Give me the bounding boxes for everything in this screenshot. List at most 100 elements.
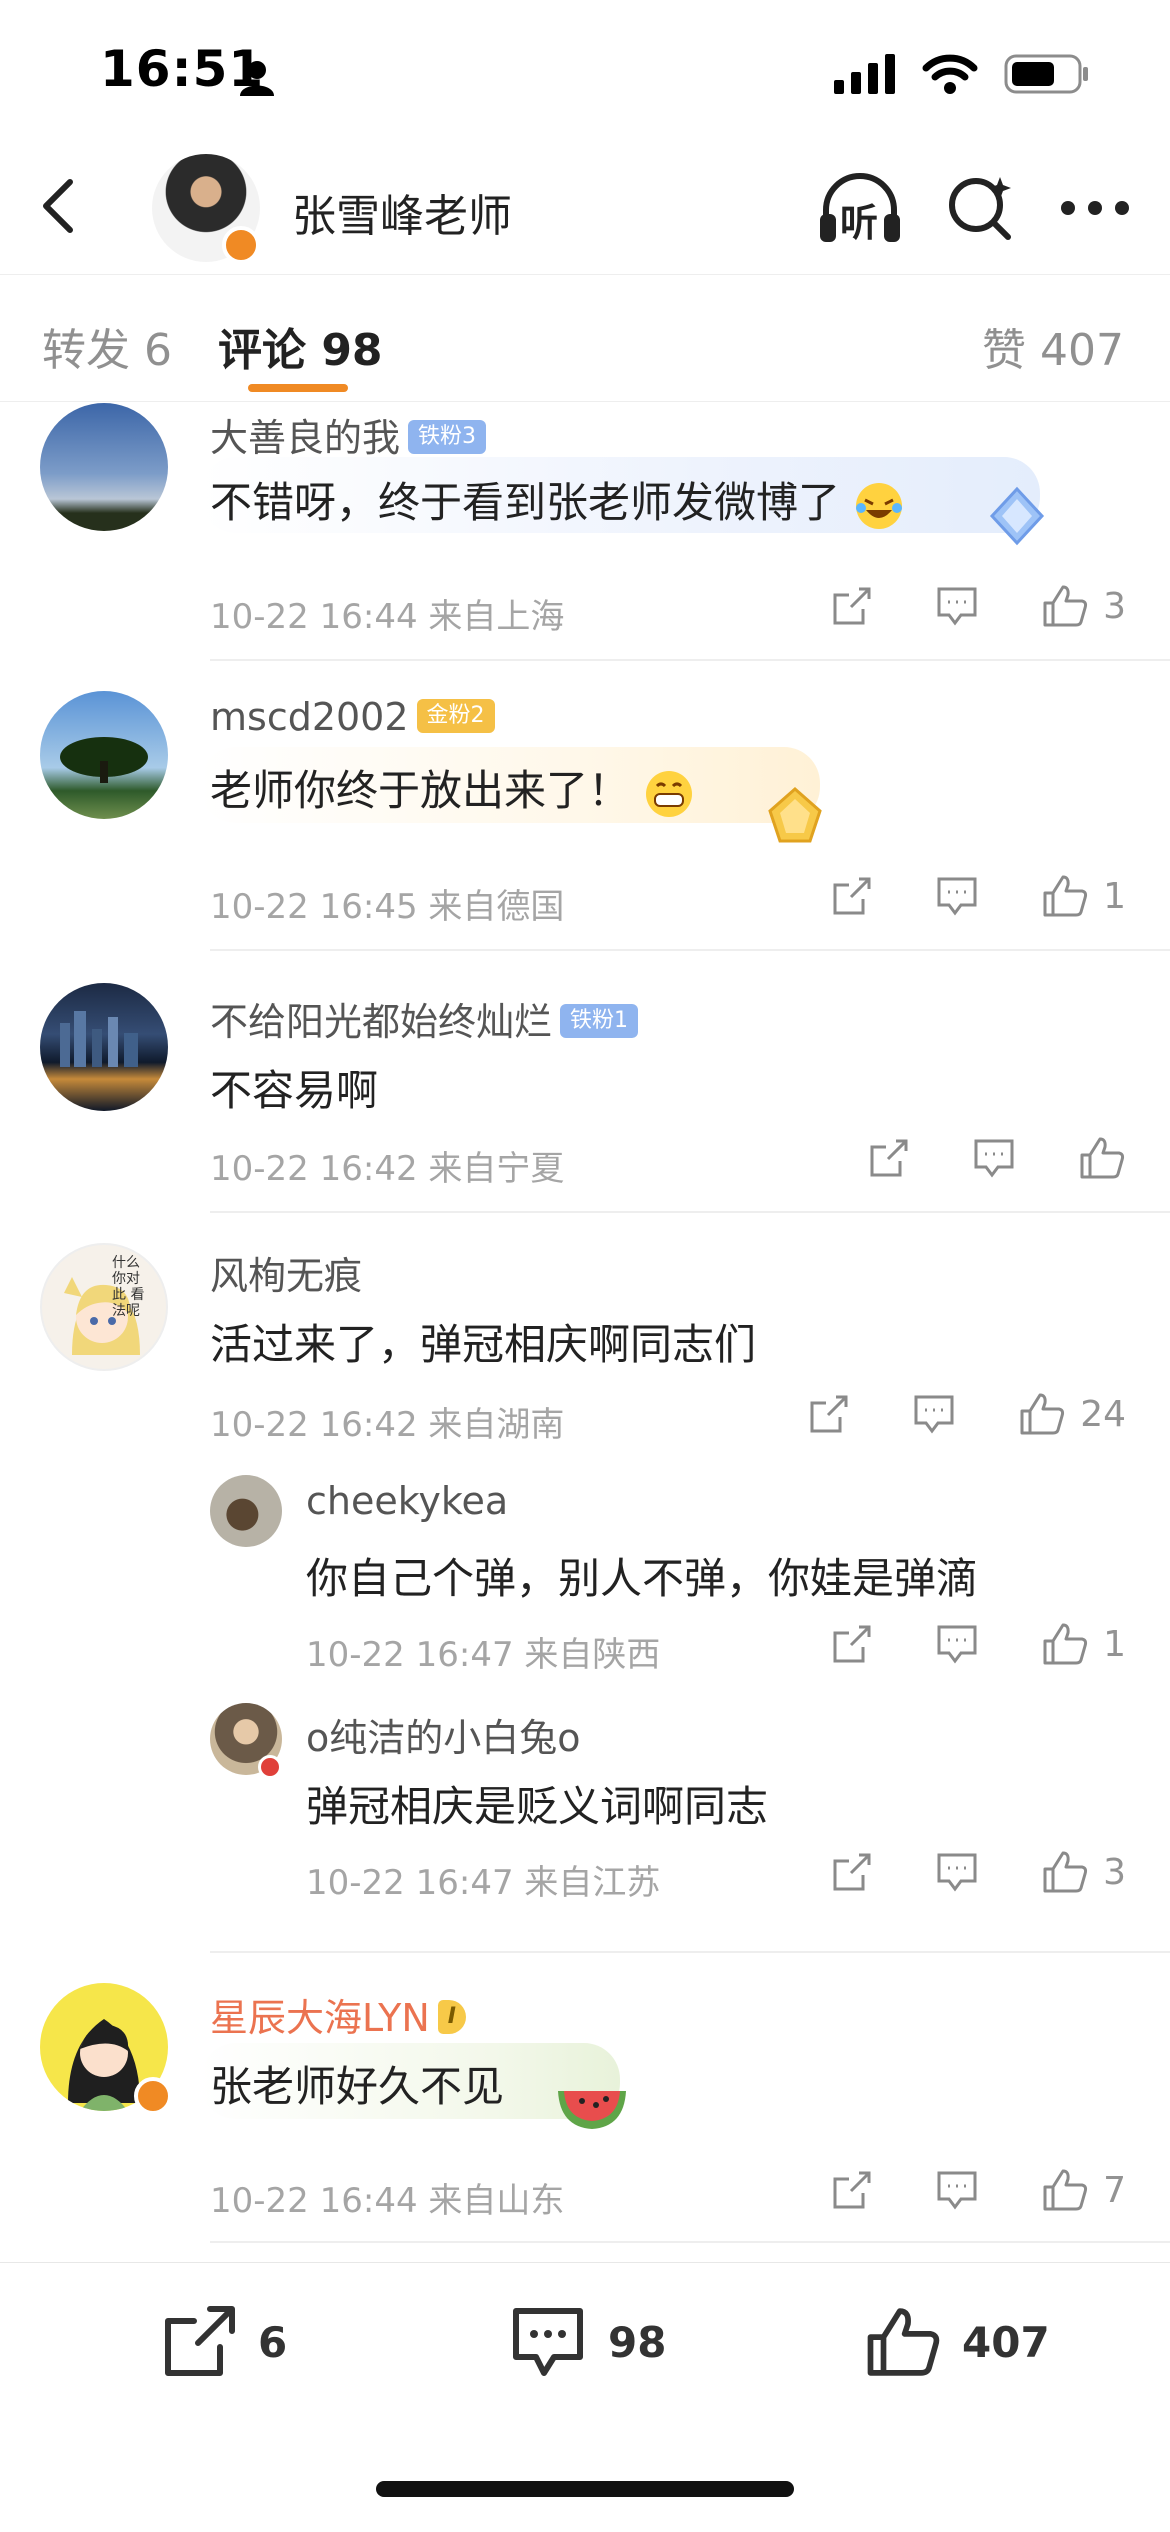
share-icon[interactable] bbox=[831, 875, 873, 917]
comment-button[interactable]: 98 bbox=[508, 2303, 666, 2381]
fan-badge: 铁粉3 bbox=[408, 419, 487, 454]
thumbs-up-icon bbox=[1043, 2169, 1088, 2211]
reply-icon[interactable] bbox=[935, 1623, 979, 1665]
more-icon[interactable] bbox=[1060, 198, 1130, 218]
avatar[interactable] bbox=[210, 1475, 282, 1547]
reply-icon[interactable] bbox=[972, 1137, 1016, 1179]
status-bar: 16:51 bbox=[0, 0, 1170, 140]
share-icon[interactable] bbox=[831, 2169, 873, 2211]
comment-item: 大善良的我 铁粉3 不错呀，终于看到张老师发微博了 10-22 16:44 来自上… bbox=[0, 403, 1170, 661]
reply-icon[interactable] bbox=[912, 1393, 956, 1435]
like-button[interactable]: 3 bbox=[1041, 583, 1126, 629]
like-button[interactable]: 7 bbox=[1041, 2167, 1126, 2213]
repost-button[interactable]: 6 bbox=[160, 2303, 287, 2381]
verified-badge-icon bbox=[222, 226, 260, 264]
avatar[interactable] bbox=[40, 691, 168, 819]
like-count: 3 bbox=[1103, 1851, 1126, 1893]
reply-icon[interactable] bbox=[935, 1851, 979, 1893]
like-button[interactable]: 24 bbox=[1018, 1391, 1126, 1437]
username-text: 星辰大海LYN bbox=[210, 1996, 430, 2040]
laughing-tears-emoji bbox=[856, 482, 903, 529]
thumbs-up-icon bbox=[867, 2308, 940, 2376]
avatar[interactable] bbox=[40, 983, 168, 1111]
author-name[interactable]: 张雪峰老师 bbox=[292, 180, 512, 244]
like-post-button[interactable]: 407 bbox=[864, 2303, 1050, 2381]
share-icon[interactable] bbox=[831, 585, 873, 627]
tab-comments[interactable]: 评论 98 bbox=[218, 314, 383, 378]
like-button[interactable]: 1 bbox=[1041, 1621, 1126, 1667]
avatar[interactable]: 什么 你对此 看法呢 bbox=[40, 1243, 168, 1371]
home-indicator[interactable] bbox=[376, 2481, 794, 2497]
reply-username[interactable]: o纯洁的小白兔o bbox=[306, 1707, 581, 1762]
reply-text: 弹冠相庆是贬义词啊同志 bbox=[306, 1782, 769, 1831]
comment-actions: 3 bbox=[831, 583, 1126, 629]
like-count: 24 bbox=[1080, 1393, 1126, 1435]
back-arrow-icon[interactable] bbox=[30, 176, 90, 236]
thumbs-up-icon bbox=[1043, 1851, 1088, 1893]
comment-location: 来自德国 bbox=[428, 887, 565, 927]
comment-location: 来自山东 bbox=[428, 2181, 565, 2221]
like-button[interactable] bbox=[1078, 1135, 1126, 1181]
verified-badge-icon bbox=[134, 2077, 172, 2115]
comment-text: 活过来了，弹冠相庆啊同志们 bbox=[210, 1320, 757, 1369]
battery-icon bbox=[1004, 54, 1088, 94]
comment-icon bbox=[513, 2308, 583, 2376]
like-button[interactable]: 1 bbox=[1041, 873, 1126, 919]
like-count: 7 bbox=[1103, 2169, 1126, 2211]
reply-meta: 10-22 16:47 来自陕西 bbox=[306, 1627, 660, 1676]
comment-meta: 10-22 16:42 来自宁夏 bbox=[210, 1141, 564, 1190]
fan-badge: 金粉2 bbox=[416, 698, 495, 733]
diamond-sticker-icon bbox=[989, 486, 1045, 546]
comment-text: 老师你终于放出来了！ bbox=[210, 757, 695, 820]
repost-count: 6 bbox=[258, 2317, 288, 2367]
reply-actions: 1 bbox=[831, 1621, 1126, 1667]
active-tab-indicator bbox=[248, 384, 348, 392]
vip-crown-badge: I bbox=[437, 1999, 466, 2034]
reply-icon[interactable] bbox=[935, 2169, 979, 2211]
comment-meta: 10-22 16:44 来自上海 bbox=[210, 589, 564, 638]
share-icon[interactable] bbox=[808, 1393, 850, 1435]
comment-meta: 10-22 16:45 来自德国 bbox=[210, 879, 564, 928]
tree-image bbox=[60, 737, 148, 783]
nav-header: 张雪峰老师 听 bbox=[0, 140, 1170, 275]
search-icon[interactable] bbox=[946, 173, 1016, 243]
reply-item: o纯洁的小白兔o 弹冠相庆是贬义词啊同志 10-22 16:47 来自江苏 3 bbox=[0, 1703, 1170, 1933]
share-icon[interactable] bbox=[868, 1137, 910, 1179]
comment-username[interactable]: 星辰大海LYN I bbox=[210, 1987, 466, 2042]
share-icon[interactable] bbox=[831, 1851, 873, 1893]
comment-actions: 24 bbox=[808, 1391, 1126, 1437]
reply-actions: 3 bbox=[831, 1849, 1126, 1895]
city-skyline-image bbox=[60, 1011, 138, 1067]
like-count: 407 bbox=[962, 2317, 1050, 2367]
reply-icon[interactable] bbox=[935, 875, 979, 917]
reply-icon[interactable] bbox=[935, 585, 979, 627]
comment-meta: 10-22 16:42 来自湖南 bbox=[210, 1397, 564, 1446]
tab-likes[interactable]: 赞 407 bbox=[982, 314, 1124, 378]
comment-location: 来自宁夏 bbox=[428, 1149, 565, 1189]
like-button[interactable]: 3 bbox=[1041, 1849, 1126, 1895]
comment-username[interactable]: 不给阳光都始终灿烂 铁粉1 bbox=[210, 991, 639, 1046]
detail-tabs: 转发 6 评论 98 赞 407 bbox=[0, 276, 1170, 402]
comment-username[interactable]: 风栒无痕 bbox=[210, 1245, 362, 1300]
comment-text-content: 老师你终于放出来了！ bbox=[210, 766, 631, 815]
red-badge-icon bbox=[258, 1755, 282, 1779]
comment-username[interactable]: 大善良的我 铁粉3 bbox=[210, 407, 487, 462]
like-count: 1 bbox=[1103, 875, 1126, 917]
like-count: 3 bbox=[1103, 585, 1126, 627]
avatar[interactable] bbox=[40, 403, 168, 531]
thumbs-up-icon bbox=[1020, 1393, 1065, 1435]
thumbs-up-icon bbox=[1043, 875, 1088, 917]
tab-reposts[interactable]: 转发 6 bbox=[42, 314, 172, 378]
comment-count: 98 bbox=[608, 2317, 667, 2367]
share-icon[interactable] bbox=[831, 1623, 873, 1665]
comment-time: 10-22 16:42 bbox=[210, 1405, 418, 1445]
comment-username[interactable]: mscd2002 金粉2 bbox=[210, 695, 495, 739]
reply-username[interactable]: cheekykea bbox=[306, 1479, 508, 1523]
reply-meta: 10-22 16:47 来自江苏 bbox=[306, 1855, 660, 1904]
listen-button[interactable]: 听 bbox=[818, 170, 902, 246]
grinning-emoji bbox=[646, 770, 693, 817]
watermelon-sticker bbox=[558, 2091, 626, 2129]
thumbs-up-icon bbox=[1043, 1623, 1088, 1665]
fan-badge: 铁粉1 bbox=[560, 1003, 639, 1038]
comment-time: 10-22 16:44 bbox=[210, 2181, 418, 2221]
